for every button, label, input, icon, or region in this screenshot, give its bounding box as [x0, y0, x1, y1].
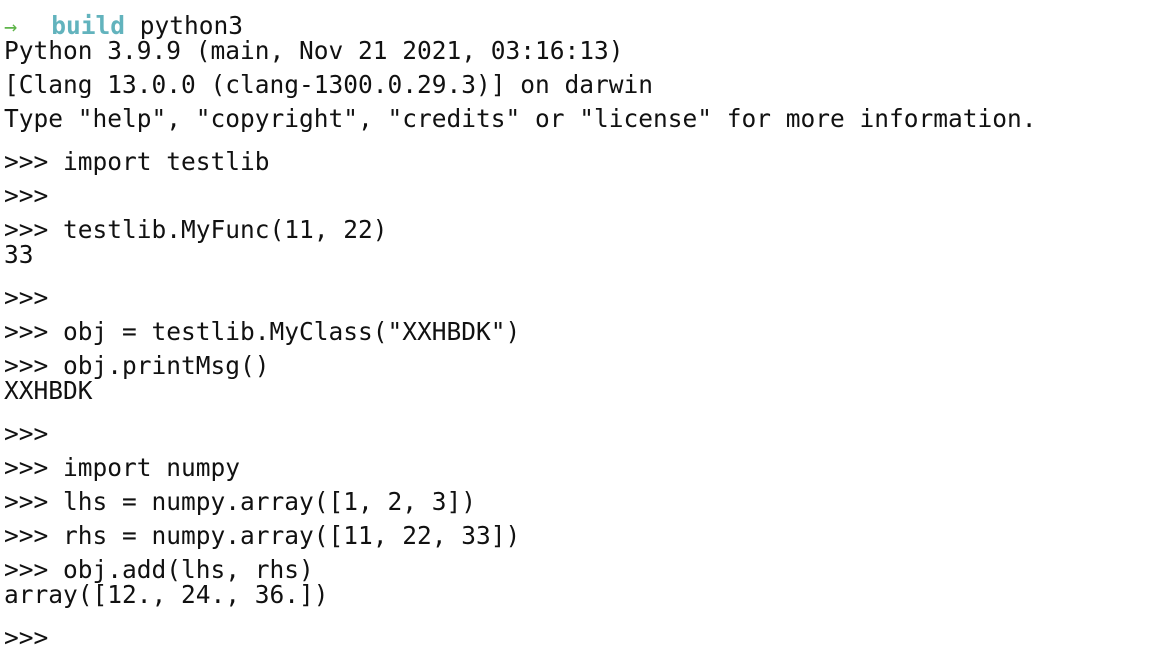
repl-input-line: [>>> [0, 612, 1154, 652]
repl-input-line: [>>> [0, 272, 1154, 312]
output-text: array([12., 24., 36.]) [4, 580, 329, 609]
repl-input-line: [>>> [0, 408, 1154, 448]
repl-input-line: [>>> rhs = numpy.array([11, 22, 33]) [0, 510, 1154, 550]
repl-input-line: [>>> testlib.MyFunc(11, 22) [0, 204, 1154, 244]
repl-input-line: [>>> import numpy [0, 442, 1154, 482]
output-text: XXHBDK [4, 376, 93, 405]
repl-input-line: [>>> obj.printMsg() [0, 340, 1154, 380]
repl-input-text: testlib.MyFunc(11, 22) [48, 215, 388, 244]
repl-input-line: [>>> obj = testlib.MyClass("XXHBDK") [0, 306, 1154, 346]
output-text: Python 3.9.9 (main, Nov 21 2021, 03:16:1… [4, 36, 624, 65]
terminal-output-line: Python 3.9.9 (main, Nov 21 2021, 03:16:1… [0, 34, 1154, 68]
terminal-window[interactable]: [→build python3Python 3.9.9 (main, Nov 2… [0, 0, 1154, 652]
repl-input-text: import testlib [48, 147, 270, 176]
output-text: Type "help", "copyright", "credits" or "… [4, 104, 1037, 133]
terminal-output-line: Type "help", "copyright", "credits" or "… [0, 102, 1154, 136]
output-text: [Clang 13.0.0 (clang-1300.0.29.3)] on da… [4, 70, 654, 99]
repl-input-line: [>>> lhs = numpy.array([1, 2, 3]) [0, 476, 1154, 516]
terminal-output-line: [Clang 13.0.0 (clang-1300.0.29.3)] on da… [0, 68, 1154, 102]
repl-input-line: [>>> import testlib [0, 136, 1154, 176]
shell-prompt-line: [→build python3 [0, 0, 1154, 40]
output-text: 33 [4, 240, 34, 269]
terminal-output-area[interactable]: [→build python3Python 3.9.9 (main, Nov 2… [0, 0, 1154, 652]
repl-input-line: [>>> obj.add(lhs, rhs) [0, 544, 1154, 584]
terminal-output-line: array([12., 24., 36.]) [0, 578, 1154, 612]
